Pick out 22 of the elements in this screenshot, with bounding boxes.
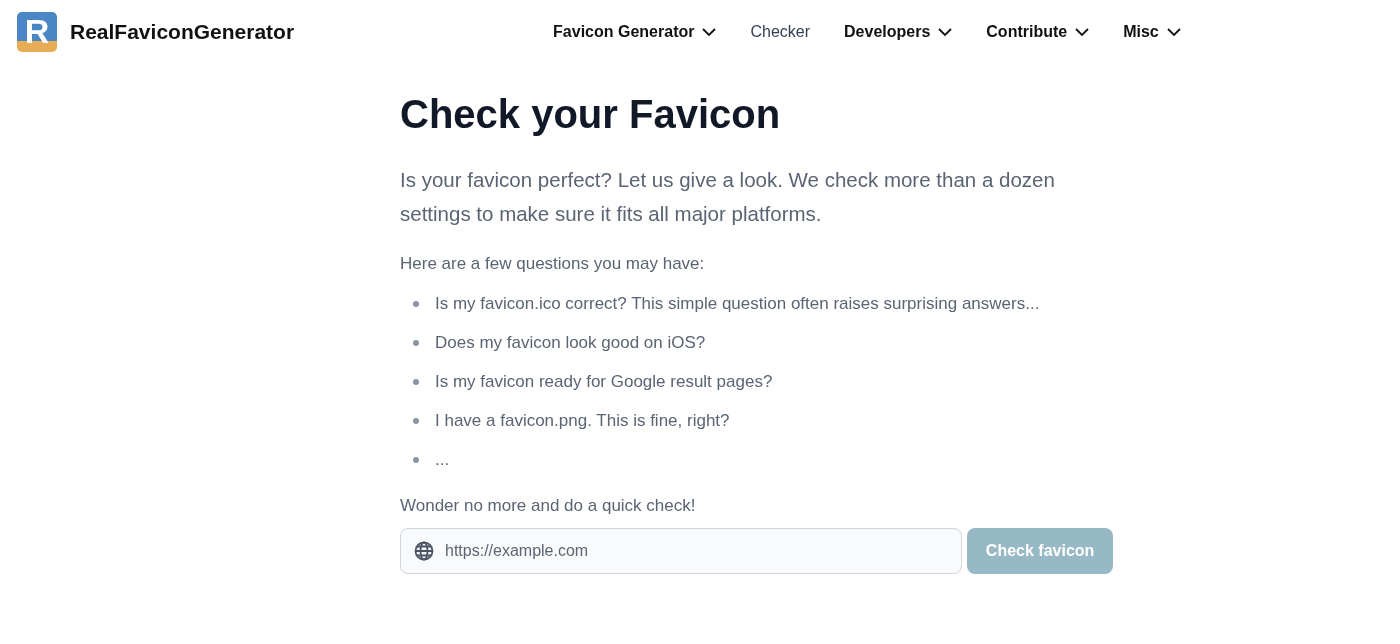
bullet-icon [413,418,419,424]
question-text: Is my favicon ready for Google result pages? [435,372,773,392]
page-title: Check your Favicon [400,91,782,138]
bullet-icon [413,301,419,307]
lead-paragraph: Is your favicon perfect? Let us give a look. We check more than a dozen settings to make sure it fits all major platforms. [400,167,1056,227]
nav-link[interactable]: Developers [844,23,953,41]
logo[interactable]: R [17,12,57,52]
bullet-icon [413,379,419,385]
bullet-icon [413,457,419,463]
question-text: Is my favicon.ico correct? This simple question often raises surprising answers... [435,294,1040,314]
nav-link[interactable]: Checker [750,23,811,41]
brand-name[interactable]: RealFaviconGenerator [70,20,295,44]
bullet-icon [413,340,419,346]
nav-link[interactable]: Misc [1123,23,1181,41]
question-text: ... [435,450,450,470]
globe-icon [414,541,434,561]
nav-link[interactable]: Favicon Generator [553,23,717,41]
question-text: I have a favicon.png. This is fine, right? [435,411,730,431]
intro-text: Here are a few questions you may have: [400,253,706,275]
question-text: Does my favicon look good on iOS? [435,333,706,353]
nav-link[interactable]: Contribute [986,23,1090,41]
outro-text: Wonder no more and do a quick check! [400,495,697,517]
